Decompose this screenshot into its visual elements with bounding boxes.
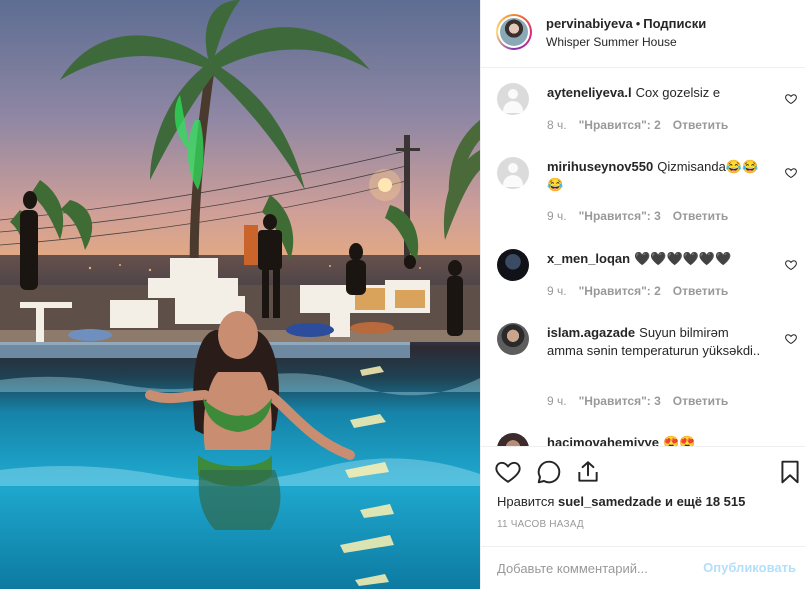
comment-likes[interactable]: "Нравится": 3 — [579, 209, 661, 223]
comment-like-icon[interactable] — [785, 259, 797, 271]
likes-count[interactable]: и ещё 18 515 — [665, 494, 745, 509]
comments-list[interactable]: ayteneliyeva.l Cox gozelsiz e 8 ч. "Нравит… — [481, 69, 805, 446]
heart-icon[interactable] — [495, 459, 521, 485]
post-photo[interactable] — [0, 0, 480, 589]
comment-body: 🖤🖤🖤🖤🖤🖤 — [634, 251, 732, 266]
add-comment-bar: Опубликовать — [481, 546, 805, 589]
comment-likes[interactable]: "Нравится": 2 — [579, 118, 661, 132]
comment-username[interactable]: islam.agazade — [547, 325, 635, 340]
comment-icon[interactable] — [536, 459, 562, 485]
comment-text: ayteneliyeva.l Cox gozelsiz e — [547, 84, 763, 102]
comment-like-icon[interactable] — [785, 333, 797, 345]
comment-text: mirihuseynov550 Qizmisanda😂😂😂 — [547, 158, 763, 194]
comment-body: Cox gozelsiz e — [635, 85, 721, 100]
likes-summary[interactable]: Нравится suel_samedzade и ещё 18 515 — [497, 494, 745, 509]
separator-dot: • — [635, 16, 641, 31]
comment-username[interactable]: mirihuseynov550 — [547, 159, 653, 174]
commenter-avatar[interactable] — [497, 433, 529, 446]
commenter-avatar[interactable] — [497, 157, 529, 189]
publish-button[interactable]: Опубликовать — [703, 560, 796, 575]
comment-time[interactable]: 9 ч. — [547, 284, 567, 298]
comment-meta: 9 ч. "Нравится": 3 Ответить — [547, 209, 740, 223]
comment-likes[interactable]: "Нравится": 3 — [579, 394, 661, 408]
comment-text: hacimovahemiyye 😍😍 — [547, 434, 763, 446]
commenter-avatar[interactable] — [497, 83, 529, 115]
post-actions: Нравится suel_samedzade и ещё 18 515 11 … — [481, 446, 805, 546]
post-side-panel: pervinabiyeva • Подписки Whisper Summer Ho… — [480, 0, 805, 589]
post-location[interactable]: Whisper Summer House — [546, 35, 677, 49]
reply-button[interactable]: Ответить — [673, 284, 728, 298]
follow-button[interactable]: Подписки — [643, 16, 706, 31]
comment-time[interactable]: 9 ч. — [547, 394, 567, 408]
author-username[interactable]: pervinabiyeva — [546, 16, 633, 31]
likes-prefix: Нравится — [497, 494, 555, 509]
photo-scene — [0, 0, 480, 586]
liker-username[interactable]: suel_samedzade — [558, 494, 661, 509]
comment-meta: 8 ч. "Нравится": 2 Ответить — [547, 118, 740, 132]
bookmark-icon[interactable] — [777, 459, 803, 485]
comment-username[interactable]: ayteneliyeva.l — [547, 85, 632, 100]
comment-likes[interactable]: "Нравится": 2 — [579, 284, 661, 298]
comment-time[interactable]: 8 ч. — [547, 118, 567, 132]
author-line: pervinabiyeva • Подписки — [546, 16, 706, 31]
post-timestamp[interactable]: 11 ЧАСОВ НАЗАД — [497, 519, 584, 530]
comment-text: islam.agazade Suyun bilmirəm amma sənin t… — [547, 324, 763, 360]
post-header: pervinabiyeva • Подписки Whisper Summer Ho… — [481, 0, 805, 68]
comment-input[interactable] — [497, 557, 697, 579]
reply-button[interactable]: Ответить — [673, 394, 728, 408]
comment-username[interactable]: hacimovahemiyye — [547, 435, 659, 446]
comment-time[interactable]: 9 ч. — [547, 209, 567, 223]
reply-button[interactable]: Ответить — [673, 118, 728, 132]
reply-button[interactable]: Ответить — [673, 209, 728, 223]
comment-body: 😍😍 — [663, 435, 696, 446]
commenter-avatar[interactable] — [497, 249, 529, 281]
comment-meta: 9 ч. "Нравится": 2 Ответить — [547, 284, 740, 298]
comment-text: x_men_loqan 🖤🖤🖤🖤🖤🖤 — [547, 250, 763, 268]
share-icon[interactable] — [575, 459, 601, 485]
comment-username[interactable]: x_men_loqan — [547, 251, 630, 266]
commenter-avatar[interactable] — [497, 323, 529, 355]
comment-meta: 9 ч. "Нравится": 3 Ответить — [547, 394, 740, 408]
comment-like-icon[interactable] — [785, 93, 797, 105]
author-avatar[interactable] — [496, 14, 532, 50]
comment-like-icon[interactable] — [785, 167, 797, 179]
